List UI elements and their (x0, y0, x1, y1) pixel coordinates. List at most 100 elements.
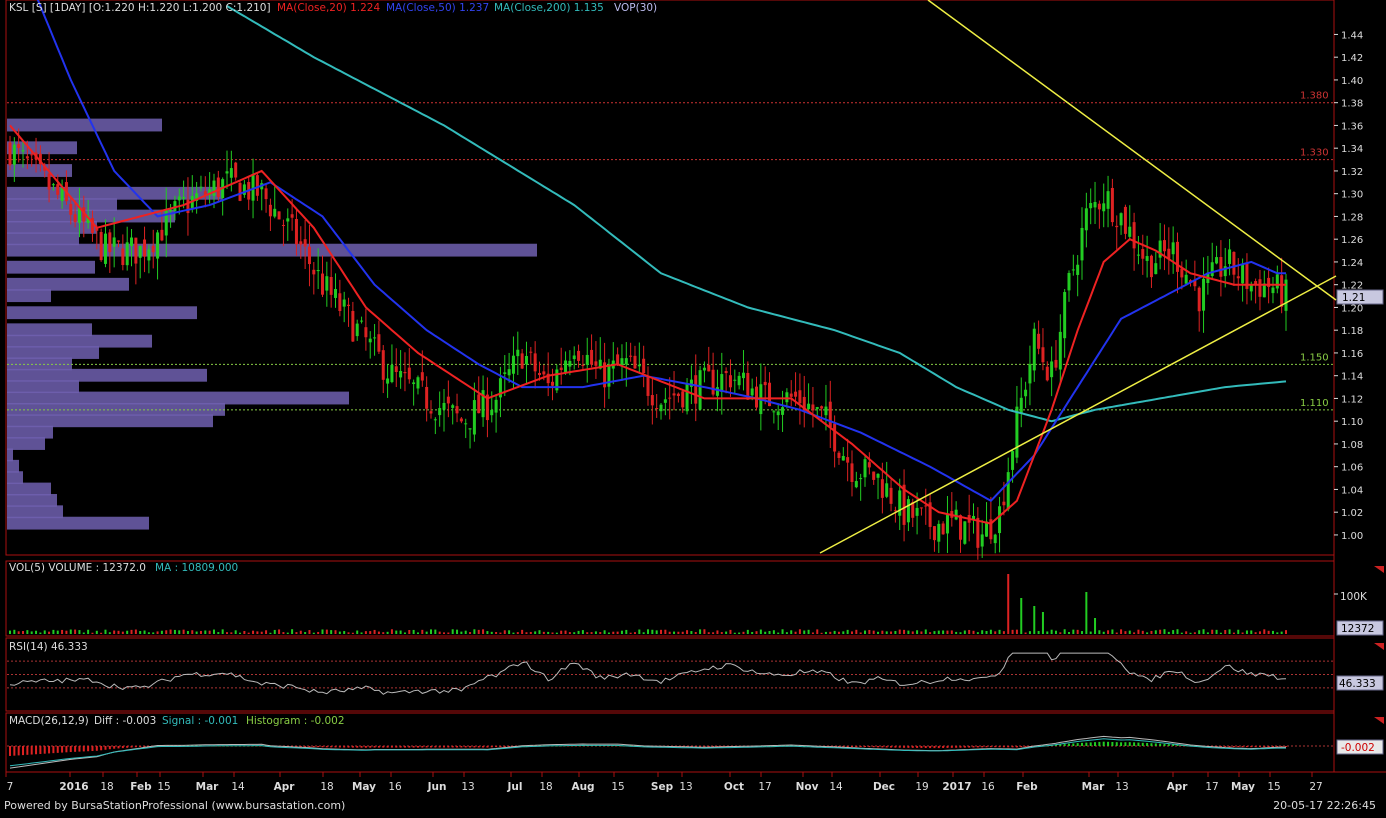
candle-body (121, 248, 125, 266)
volume-bar (534, 631, 537, 634)
candle-body (958, 515, 962, 540)
volume-bar (1193, 632, 1196, 634)
volume-bar (538, 630, 541, 634)
candle-body (216, 177, 220, 198)
candle-body (455, 406, 459, 414)
candle-body (533, 353, 537, 372)
candle-body (394, 366, 398, 373)
volume-bar (252, 630, 255, 634)
x-tick-label: 18 (539, 781, 552, 793)
volume-bar (126, 630, 129, 634)
volume-bar (803, 630, 806, 634)
macd-histogram-bar (126, 746, 129, 748)
candle-body (412, 382, 416, 385)
macd-histogram-bar (898, 746, 901, 748)
rsi-scroll-icon[interactable] (1374, 643, 1384, 650)
candle-body (637, 364, 641, 367)
volume-scroll-icon[interactable] (1374, 566, 1384, 573)
volume-bar (113, 630, 116, 634)
macd-histogram-bar (87, 746, 90, 752)
macd-histogram-bar (1267, 746, 1270, 747)
macd-histogram-bar (903, 746, 906, 748)
macd-histogram-bar (134, 746, 137, 748)
volume-bar (1219, 632, 1222, 634)
volume-bar (642, 632, 645, 634)
candle-body (702, 367, 706, 371)
x-tick-label: Aug (571, 781, 594, 793)
macd-histogram-bar (1263, 746, 1266, 747)
volume-bar (239, 632, 242, 634)
volume-bar (1015, 629, 1018, 634)
macd-histogram-bar (325, 746, 328, 748)
volume-bar (143, 630, 146, 634)
candle-body (21, 150, 25, 152)
macd-histogram-bar (1076, 743, 1079, 746)
y-tick-label: 1.36 (1341, 121, 1363, 132)
volume-bar (191, 630, 194, 634)
candle-body (199, 186, 203, 188)
volume-bar (759, 629, 762, 634)
volume-bar (304, 632, 307, 634)
macd-histogram-bar (1124, 742, 1127, 746)
volume-bar (1276, 632, 1279, 634)
volume-bar (1185, 631, 1188, 634)
vop-bar (7, 482, 51, 496)
candle-body (442, 402, 446, 410)
macd-histogram-bar (308, 746, 311, 747)
volume-bar (547, 631, 550, 634)
volume-bar (1102, 631, 1105, 634)
candle-body (755, 386, 759, 408)
candle-body (537, 372, 541, 376)
level-label: 1.380 (1300, 91, 1329, 102)
macd-scroll-icon[interactable] (1374, 717, 1384, 724)
volume-bar (846, 629, 849, 634)
x-tick-label: Nov (796, 781, 819, 793)
candle-body (1006, 472, 1010, 510)
volume-bar (9, 630, 11, 634)
candle-body (403, 372, 407, 374)
volume-bar (937, 630, 940, 634)
volume-bar (555, 632, 558, 634)
macd-histogram-bar (351, 746, 354, 748)
macd-histogram-bar (959, 746, 962, 748)
macd-histogram-bar (495, 746, 498, 748)
candle-body (225, 171, 229, 174)
volume-bar (464, 630, 467, 634)
x-tick-label: May (352, 781, 376, 793)
candle-body (889, 487, 893, 504)
rsi-line (7, 652, 1333, 695)
x-tick-label: 13 (461, 781, 474, 793)
volume-bar (1241, 632, 1244, 634)
candle-body (451, 405, 455, 408)
volume-bar (364, 631, 367, 634)
macd-histogram-bar (1159, 743, 1162, 746)
macd-histogram-bar (486, 746, 489, 748)
vop-bar (7, 186, 222, 200)
candle-body (438, 408, 442, 416)
y-tick-label: 1.30 (1341, 190, 1363, 201)
volume-bar (121, 631, 124, 634)
volume-bar (477, 629, 480, 634)
macd-histogram-bar (946, 746, 949, 748)
volume-bar (65, 630, 68, 634)
macd-histogram-bar (139, 746, 142, 747)
candle-body (837, 452, 841, 458)
price-axis: 1.00 1.02 1.04 1.06 1.08 1.10 1.12 1.14 1.16 1.18… (1334, 30, 1363, 542)
macd-histogram-bar (48, 746, 51, 754)
volume-bar (1059, 632, 1062, 634)
candle-body (303, 239, 307, 247)
rsi-panel-frame (5, 637, 1335, 712)
footer-bar: Powered by BursaStationProfessional (www… (0, 797, 1386, 818)
candle-body (698, 370, 702, 410)
macd-histogram-bar (1089, 742, 1092, 746)
volume-bar (1024, 632, 1027, 634)
volume-bar (651, 629, 654, 634)
candle-body (273, 208, 277, 217)
volume-bar (694, 632, 697, 634)
macd-histogram-bar (1059, 744, 1062, 746)
candle-body (17, 144, 21, 149)
macd-histogram-bar (390, 746, 393, 748)
volume-bar (1254, 632, 1257, 634)
macd-last-label: -0.002 (1341, 742, 1375, 754)
candle-body (294, 218, 298, 245)
